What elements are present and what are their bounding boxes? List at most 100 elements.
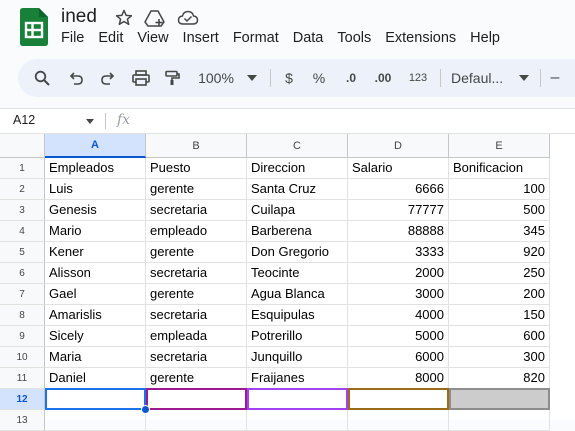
cell-a4[interactable]: Mario [45,221,146,242]
cell-a6[interactable]: Alisson [45,263,146,284]
column-header-b[interactable]: B [146,134,247,158]
cell-b3[interactable]: secretaria [146,200,247,221]
menu-file[interactable]: File [61,30,84,50]
row-header-11[interactable]: 11 [0,368,45,389]
paint-format-icon[interactable] [160,59,184,97]
cell-d9[interactable]: 5000 [348,326,449,347]
star-icon[interactable] [114,8,134,28]
cell-e1[interactable]: Bonificacion [449,158,550,179]
format-percent-button[interactable]: % [310,59,328,97]
row-header-12[interactable]: 12 [0,389,45,410]
print-icon[interactable] [128,59,154,97]
menu-edit[interactable]: Edit [98,30,123,50]
cell-a11[interactable]: Daniel [45,368,146,389]
cell-e10[interactable]: 300 [449,347,550,368]
fill-handle[interactable] [141,405,150,414]
cell-b8[interactable]: secretaria [146,305,247,326]
cell-e11[interactable]: 820 [449,368,550,389]
cell-a13[interactable] [45,410,146,431]
cell-c9[interactable]: Potrerillo [247,326,348,347]
row-header-6[interactable]: 6 [0,263,45,284]
cell-d5[interactable]: 3333 [348,242,449,263]
cell-d6[interactable]: 2000 [348,263,449,284]
cell-c6[interactable]: Teocinte [247,263,348,284]
cell-d1[interactable]: Salario [348,158,449,179]
cell-b4[interactable]: empleado [146,221,247,242]
cell-d3[interactable]: 77777 [348,200,449,221]
cell-e13[interactable] [449,410,550,431]
cell-d8[interactable]: 4000 [348,305,449,326]
cell-e7[interactable]: 200 [449,284,550,305]
row-header-7[interactable]: 7 [0,284,45,305]
name-box[interactable]: A12 [13,113,35,127]
cell-d10[interactable]: 6000 [348,347,449,368]
increase-decimal-button[interactable]: .00 [370,59,396,97]
menu-extensions[interactable]: Extensions [385,30,456,50]
select-all-corner[interactable] [0,134,45,158]
row-header-2[interactable]: 2 [0,179,45,200]
row-header-3[interactable]: 3 [0,200,45,221]
document-title[interactable]: ined [61,6,97,28]
zoom-select[interactable]: 100% [190,59,242,97]
cloud-saved-icon[interactable] [177,8,199,28]
cell-a1[interactable]: Empleados [45,158,146,179]
sheets-logo-icon[interactable] [20,8,48,46]
cell-c2[interactable]: Santa Cruz [247,179,348,200]
column-header-d[interactable]: D [348,134,449,158]
cell-e3[interactable]: 500 [449,200,550,221]
row-header-10[interactable]: 10 [0,347,45,368]
cell-a7[interactable]: Gael [45,284,146,305]
cell-e9[interactable]: 600 [449,326,550,347]
cell-b11[interactable]: gerente [146,368,247,389]
search-menus-icon[interactable] [30,59,54,97]
menu-format[interactable]: Format [233,30,279,50]
column-header-a[interactable]: A [45,134,146,158]
cell-a5[interactable]: Kener [45,242,146,263]
cell-e2[interactable]: 100 [449,179,550,200]
cell-b1[interactable]: Puesto [146,158,247,179]
cell-a9[interactable]: Sicely [45,326,146,347]
cell-e6[interactable]: 250 [449,263,550,284]
cell-a2[interactable]: Luis [45,179,146,200]
formula-input[interactable] [140,109,570,133]
cell-d4[interactable]: 88888 [348,221,449,242]
cell-c8[interactable]: Esquipulas [247,305,348,326]
row-header-8[interactable]: 8 [0,305,45,326]
decrease-font-size-button[interactable]: – [548,59,562,97]
undo-icon[interactable] [64,59,88,97]
cell-b7[interactable]: gerente [146,284,247,305]
column-header-e[interactable]: E [449,134,550,158]
menu-tools[interactable]: Tools [337,30,371,50]
cell-c1[interactable]: Direccion [247,158,348,179]
menu-view[interactable]: View [137,30,168,50]
menu-help[interactable]: Help [470,30,500,50]
cell-d7[interactable]: 3000 [348,284,449,305]
cell-a10[interactable]: Maria [45,347,146,368]
row-header-5[interactable]: 5 [0,242,45,263]
move-to-drive-icon[interactable] [144,8,165,28]
row-header-4[interactable]: 4 [0,221,45,242]
zoom-dropdown-icon[interactable] [246,59,258,97]
cell-a3[interactable]: Genesis [45,200,146,221]
row-header-13[interactable]: 13 [0,410,45,431]
decrease-decimal-button[interactable]: .0 [339,59,363,97]
cell-b9[interactable]: empleada [146,326,247,347]
cell-b10[interactable]: secretaria [146,347,247,368]
cell-b13[interactable] [146,410,247,431]
cell-d13[interactable] [348,410,449,431]
cell-e5[interactable]: 920 [449,242,550,263]
more-formats-button[interactable]: 123 [406,59,430,97]
cell-c4[interactable]: Barberena [247,221,348,242]
cell-c5[interactable]: Don Gregorio [247,242,348,263]
cell-b6[interactable]: secretaria [146,263,247,284]
redo-icon[interactable] [96,59,120,97]
name-box-dropdown-icon[interactable] [86,119,94,124]
cell-e4[interactable]: 345 [449,221,550,242]
cell-c13[interactable] [247,410,348,431]
cell-c10[interactable]: Junquillo [247,347,348,368]
menu-data[interactable]: Data [293,30,324,50]
row-header-1[interactable]: 1 [0,158,45,179]
cell-c11[interactable]: Fraijanes [247,368,348,389]
cell-c7[interactable]: Agua Blanca [247,284,348,305]
cell-c3[interactable]: Cuilapa [247,200,348,221]
